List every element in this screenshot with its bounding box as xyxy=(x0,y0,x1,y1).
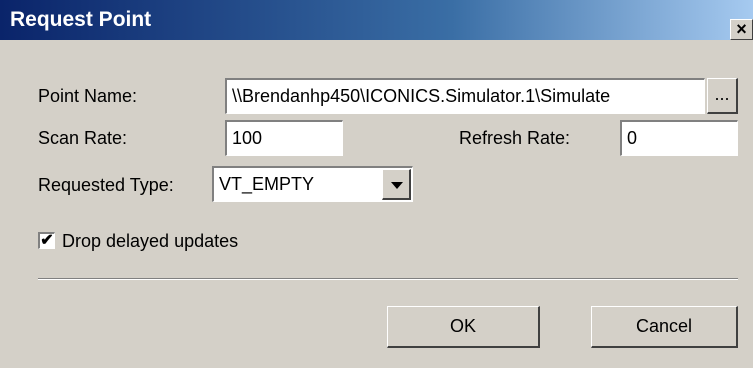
dialog-title: Request Point xyxy=(10,8,152,31)
point-name-input[interactable]: \\Brendanhp450\ICONICS.Simulator.1\Simul… xyxy=(225,78,705,114)
drop-delayed-label[interactable]: Drop delayed updates xyxy=(62,231,238,252)
point-name-label: Point Name: xyxy=(38,86,138,106)
requested-type-label: Requested Type: xyxy=(38,175,174,195)
separator xyxy=(38,278,738,280)
scan-rate-label: Scan Rate: xyxy=(38,128,128,148)
cancel-button[interactable]: Cancel xyxy=(591,306,738,348)
browse-button[interactable]: ... xyxy=(707,78,738,114)
title-bar: Request Point xyxy=(0,0,753,40)
check-icon: ✔ xyxy=(40,232,54,249)
chevron-down-icon xyxy=(391,182,403,189)
ok-button[interactable]: OK xyxy=(387,306,540,348)
close-button[interactable]: × xyxy=(730,19,753,40)
scan-rate-input[interactable]: 100 xyxy=(225,120,343,156)
refresh-rate-value: 0 xyxy=(627,128,638,148)
close-icon: × xyxy=(736,19,747,39)
request-point-dialog: Request Point × Point Name: \\Brendanhp4… xyxy=(0,0,753,368)
refresh-rate-input[interactable]: 0 xyxy=(620,120,738,156)
requested-type-value: VT_EMPTY xyxy=(219,174,315,194)
point-name-value: \\Brendanhp450\ICONICS.Simulator.1\Simul… xyxy=(232,86,611,106)
refresh-rate-label: Refresh Rate: xyxy=(459,128,571,148)
drop-delayed-checkbox[interactable]: ✔ xyxy=(38,232,55,249)
requested-type-dropdown-button[interactable] xyxy=(382,169,411,200)
cancel-button-label: Cancel xyxy=(635,316,693,336)
browse-button-label: ... xyxy=(714,84,730,104)
scan-rate-value: 100 xyxy=(232,128,263,148)
ok-button-label: OK xyxy=(449,316,476,336)
